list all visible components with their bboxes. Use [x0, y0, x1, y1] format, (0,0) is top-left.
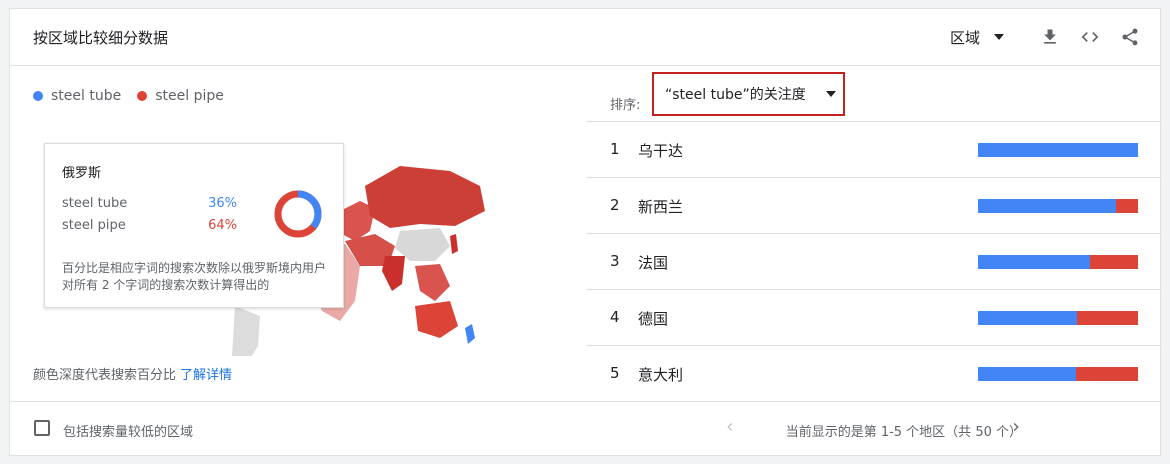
- map-region-south-america: [232, 306, 260, 356]
- share-bar: [978, 311, 1138, 325]
- ranking-panel: 排序: “steel tube”的关注度 1 乌干达 2 新西兰 3 法国 4: [586, 66, 1162, 401]
- tooltip-country: 俄罗斯: [62, 166, 102, 181]
- legend-item-steel-tube: steel tube: [33, 88, 121, 104]
- rank-number: 4: [610, 308, 620, 326]
- share-bar: [978, 367, 1138, 381]
- bar-blue: [978, 367, 1076, 381]
- map-region-new-zealand: [465, 324, 475, 344]
- sort-value: “steel tube”的关注度: [665, 87, 806, 103]
- ranking-row[interactable]: 2 新西兰: [586, 177, 1162, 233]
- card-title: 按区域比较细分数据: [33, 29, 169, 47]
- map-footnote: 颜色深度代表搜索百分比 了解详情: [33, 364, 232, 383]
- legend: steel tube steel pipe: [33, 88, 240, 104]
- caret-down-icon: [994, 34, 1004, 40]
- tooltip-row-steel-pipe: steel pipe 64%: [62, 218, 237, 233]
- tooltip-term: steel pipe: [62, 218, 126, 233]
- rank-number: 2: [610, 196, 620, 214]
- footnote-text: 颜色深度代表搜索百分比: [33, 368, 177, 383]
- rank-number: 3: [610, 252, 620, 270]
- share-bar: [978, 255, 1138, 269]
- bar-red: [1090, 255, 1138, 269]
- share-donut-chart: [274, 190, 322, 238]
- download-icon[interactable]: [1038, 25, 1062, 49]
- legend-label: steel tube: [51, 88, 122, 104]
- share-icon[interactable]: [1118, 25, 1142, 49]
- legend-dot-blue: [33, 91, 43, 101]
- sort-dropdown[interactable]: “steel tube”的关注度: [652, 72, 845, 116]
- chevron-right-icon[interactable]: [1006, 417, 1026, 437]
- pagination-text: 当前显示的是第 1-5 个地区（共 50 个）: [785, 425, 1022, 440]
- card-header: 按区域比较细分数据 区域: [10, 9, 1160, 66]
- legend-label: steel pipe: [155, 88, 224, 104]
- region-breakdown-card: 按区域比较细分数据 区域 steel tube steel pipe 俄罗斯 s…: [9, 8, 1162, 457]
- legend-item-steel-pipe: steel pipe: [137, 88, 224, 104]
- share-bar: [978, 143, 1138, 157]
- rank-number: 5: [610, 364, 620, 382]
- bar-red: [1077, 311, 1138, 325]
- tooltip-row-steel-tube: steel tube 36%: [62, 196, 237, 211]
- region-name: 乌干达: [638, 142, 684, 160]
- embed-code-icon[interactable]: [1078, 25, 1102, 49]
- low-volume-checkbox-label: 包括搜索量较低的区域: [63, 425, 194, 440]
- bar-red: [1075, 367, 1138, 381]
- region-dropdown-label: 区域: [949, 28, 980, 47]
- legend-dot-red: [137, 91, 148, 101]
- ranking-row[interactable]: 3 法国: [586, 233, 1162, 289]
- bar-blue: [978, 311, 1078, 325]
- tooltip-pct: 64%: [208, 218, 237, 233]
- tooltip-term: steel tube: [62, 196, 128, 211]
- map-region-australia: [415, 301, 458, 338]
- sort-label: 排序:: [610, 98, 641, 113]
- ranking-row[interactable]: 4 德国: [586, 289, 1162, 345]
- region-name: 新西兰: [638, 198, 684, 216]
- rank-number: 1: [610, 140, 620, 158]
- map-region-southeast-asia: [415, 264, 450, 301]
- card-footer: 包括搜索量较低的区域 当前显示的是第 1-5 个地区（共 50 个）: [10, 401, 1160, 457]
- tooltip-note: 百分比是相应字词的搜索次数除以俄罗斯境内用户对所有 2 个字词的搜索次数计算得出…: [62, 261, 327, 292]
- bar-red: [1115, 199, 1138, 213]
- region-name: 德国: [638, 310, 669, 328]
- map-region-india: [382, 256, 405, 291]
- low-volume-checkbox[interactable]: [34, 420, 50, 436]
- region-name: 法国: [638, 254, 669, 272]
- region-name: 意大利: [638, 366, 684, 384]
- bar-blue: [978, 199, 1116, 213]
- caret-down-icon: [825, 91, 836, 97]
- map-region-japan: [450, 234, 458, 254]
- tooltip-pct: 36%: [208, 196, 237, 211]
- ranking-row[interactable]: 1 乌干达: [586, 121, 1162, 177]
- map-region-russia: [365, 166, 485, 228]
- learn-more-link[interactable]: 了解详情: [180, 368, 232, 383]
- header-actions: 区域: [950, 23, 1142, 51]
- ranking-list: 1 乌干达 2 新西兰 3 法国 4 德国 5 意大利: [586, 121, 1162, 401]
- bar-blue: [978, 143, 1138, 157]
- bar-blue: [978, 255, 1090, 269]
- region-dropdown[interactable]: 区域: [950, 27, 1004, 48]
- region-tooltip: 俄罗斯 steel tube 36% steel pipe 64% 百分比是相应…: [44, 143, 344, 308]
- ranking-row[interactable]: 5 意大利: [586, 345, 1162, 401]
- chevron-left-icon[interactable]: [720, 417, 740, 437]
- share-bar: [978, 199, 1138, 213]
- map-panel: steel tube steel pipe 俄罗斯 steel tube 36%…: [10, 66, 586, 401]
